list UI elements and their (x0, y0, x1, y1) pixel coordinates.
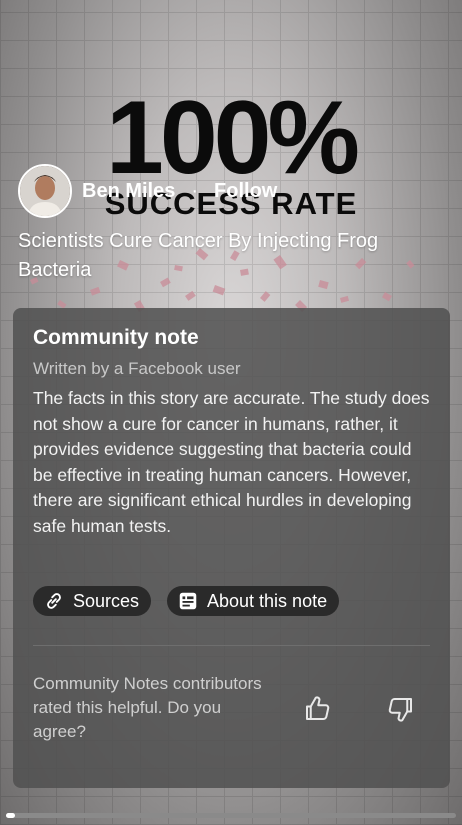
sources-label: Sources (73, 590, 140, 611)
post-title: Scientists Cure Cancer By Injecting Frog… (18, 230, 379, 281)
about-this-note-button[interactable]: About this note (167, 586, 340, 616)
community-note-subtitle: Written by a Facebook user (33, 359, 241, 378)
sources-button[interactable]: Sources (33, 586, 152, 616)
community-note-body: The facts in this story are accurate. Th… (33, 388, 430, 536)
about-label: About this note (207, 590, 328, 611)
video-progress-fill (6, 813, 15, 818)
video-progress-bar[interactable] (6, 813, 456, 818)
note-icon (179, 592, 197, 610)
author-name[interactable]: Ben Miles (82, 180, 175, 203)
community-note-panel: Community note Written by a Facebook use… (13, 308, 450, 788)
community-note-title: Community note (33, 326, 199, 349)
author-separator: · (191, 179, 199, 202)
avatar[interactable] (18, 164, 72, 218)
follow-button[interactable]: Follow (214, 180, 277, 203)
link-icon (47, 593, 61, 609)
divider (33, 645, 430, 646)
post-author: Ben Miles · Follow (18, 164, 277, 218)
thumbs-down-icon[interactable] (386, 694, 416, 724)
rating-question: Community Notes contributors rated this … (33, 674, 262, 741)
thumbs-up-icon[interactable] (302, 694, 332, 724)
